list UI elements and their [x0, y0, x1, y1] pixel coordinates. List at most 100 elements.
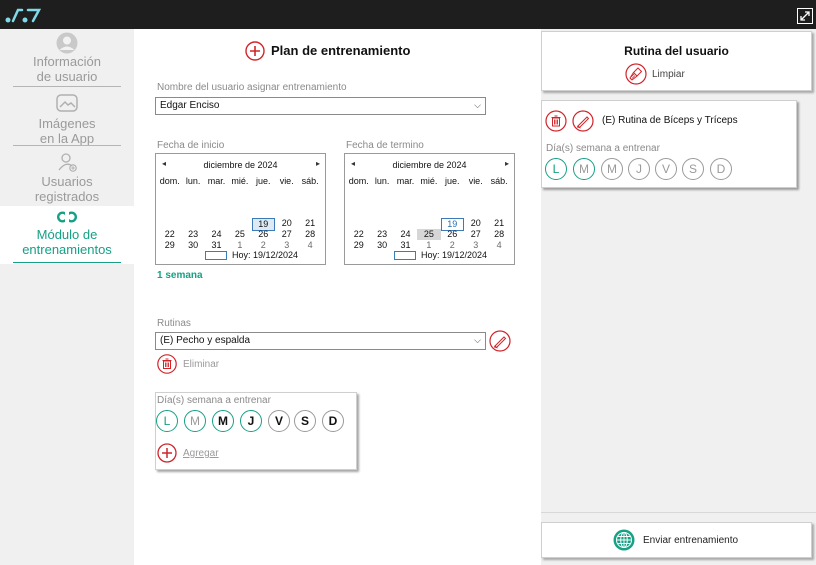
day-toggle-sunday[interactable]: D [322, 410, 344, 432]
calendar-day[interactable]: 23 [370, 229, 393, 240]
add-icon[interactable] [157, 443, 177, 463]
sidebar-item-registered-users[interactable]: Usuarios registrados [0, 152, 134, 204]
globe-send-icon[interactable] [613, 529, 635, 551]
calendar-month: diciembre de 2024 [203, 160, 278, 170]
sidebar-item-label: entrenamientos [22, 242, 112, 257]
calendar-month: diciembre de 2024 [392, 160, 467, 170]
today-marker-icon [394, 251, 416, 260]
send-training-button[interactable]: Enviar entrenamiento [643, 535, 738, 546]
delete-routine-icon[interactable] [545, 110, 567, 132]
routine-select-value: (E) Pecho y espalda [160, 335, 251, 346]
routine-days-label: Día(s) semana a entrenar [546, 143, 660, 154]
sidebar-item-label: Módulo de [36, 227, 98, 242]
sidebar-item-label: registrados [34, 189, 100, 204]
calendar-day[interactable]: 22 [158, 229, 181, 240]
divider [13, 145, 121, 146]
calendar-day[interactable]: 28 [487, 229, 510, 240]
day-toggle-thursday[interactable]: J [240, 410, 262, 432]
calendar-day[interactable]: 20 [275, 218, 298, 229]
calendar-today[interactable]: Hoy: 19/12/2024 [156, 250, 325, 262]
start-date-label: Fecha de inicio [157, 140, 225, 151]
day-toggle-tuesday[interactable]: M [184, 410, 206, 432]
routine-day-friday: V [655, 158, 677, 180]
routine-name: (E) Rutina de Bíceps y Tríceps [602, 115, 738, 126]
routine-day-sunday: D [710, 158, 732, 180]
title-bar [0, 0, 816, 29]
calendar-day-selected[interactable]: 25 [417, 229, 441, 240]
calendar-day[interactable]: 24 [394, 229, 417, 240]
today-marker-icon [205, 251, 227, 260]
active-indicator [13, 262, 121, 263]
user-routine-header [541, 31, 812, 91]
next-month-icon[interactable]: ▸ [505, 159, 509, 168]
edit-routine-card-icon[interactable] [572, 110, 594, 132]
user-profile-icon [56, 32, 78, 54]
delete-button[interactable]: Eliminar [183, 359, 219, 370]
routine-select[interactable]: (E) Pecho y espalda ⌵ [155, 332, 486, 350]
clear-button[interactable]: Limpiar [652, 69, 685, 80]
routine-day-tuesday: M [573, 158, 595, 180]
weekday: dom. [348, 176, 369, 186]
routine-day-wednesday: M [601, 158, 623, 180]
calendar-day[interactable]: 21 [487, 218, 510, 229]
end-date-label: Fecha de termino [346, 140, 424, 151]
calendar-today[interactable]: Hoy: 19/12/2024 [345, 250, 514, 262]
user-select[interactable]: Edgar Enciso ⌵ [155, 97, 486, 115]
weekday: sáb. [301, 176, 319, 186]
panel-title: Rutina del usuario [624, 44, 729, 58]
training-icon [57, 211, 77, 223]
maximize-icon[interactable] [797, 8, 813, 24]
sidebar-item-training-module[interactable]: Módulo de entrenamientos [0, 206, 134, 264]
calendar-day[interactable]: 20 [464, 218, 487, 229]
calendar-day[interactable]: 21 [298, 218, 321, 229]
chevron-down-icon: ⌵ [474, 100, 481, 110]
weekday: jue. [256, 176, 271, 186]
user-label: Nombre del usuario asignar entrenamiento [157, 82, 347, 93]
routine-day-thursday: J [628, 158, 650, 180]
routines-label: Rutinas [157, 318, 191, 329]
sidebar-item-label: en la App [39, 131, 95, 146]
today-label: Hoy: 19/12/2024 [232, 250, 299, 260]
today-label: Hoy: 19/12/2024 [421, 250, 488, 260]
calendar-day[interactable]: 24 [205, 229, 228, 240]
calendar-day[interactable]: 25 [228, 229, 251, 240]
weekday: lun. [185, 176, 201, 186]
day-toggle-monday[interactable]: L [156, 410, 178, 432]
clear-brush-icon[interactable] [625, 63, 647, 85]
weekday: dom. [159, 176, 180, 186]
delete-icon[interactable] [157, 354, 177, 374]
calendar-day[interactable]: 22 [347, 229, 370, 240]
user-select-value: Edgar Enciso [160, 100, 220, 111]
start-date-calendar[interactable]: ◂ diciembre de 2024 ▸ dom. lun. mar. mié… [155, 153, 326, 265]
weekday: mié. [231, 176, 249, 186]
calendar-day[interactable]: 26 [441, 229, 464, 240]
routine-day-monday: L [545, 158, 567, 180]
add-button[interactable]: Agregar [183, 448, 219, 459]
add-plan-icon[interactable] [245, 41, 265, 61]
sidebar-item-label: de usuario [36, 69, 98, 84]
image-icon [56, 94, 78, 112]
calendar-day[interactable]: 23 [181, 229, 204, 240]
end-date-calendar[interactable]: ◂ diciembre de 2024 ▸ dom. lun. mar. mié… [344, 153, 515, 265]
chevron-down-icon: ⌵ [474, 335, 481, 345]
divider [13, 86, 121, 87]
calendar-day[interactable]: 28 [298, 229, 321, 240]
calendar-day[interactable]: 27 [275, 229, 298, 240]
sidebar-item-label: Información [33, 54, 101, 69]
weekday: mar. [396, 176, 415, 186]
sidebar-item-user-info[interactable]: Información de usuario [0, 32, 134, 88]
weekday: mar. [207, 176, 226, 186]
weekday: vie. [279, 176, 294, 186]
next-month-icon[interactable]: ▸ [316, 159, 320, 168]
day-toggle-wednesday[interactable]: M [212, 410, 234, 432]
sidebar-item-app-images[interactable]: Imágenes en la App [0, 94, 134, 148]
day-toggle-friday[interactable]: V [268, 410, 290, 432]
weekday: lun. [374, 176, 390, 186]
day-toggle-saturday[interactable]: S [294, 410, 316, 432]
edit-routine-icon[interactable] [489, 330, 511, 352]
divider [541, 512, 816, 513]
calendar-day[interactable]: 26 [252, 229, 275, 240]
sidebar-item-label: Imágenes [38, 116, 96, 131]
calendar-day[interactable]: 27 [464, 229, 487, 240]
weekday: jue. [445, 176, 460, 186]
